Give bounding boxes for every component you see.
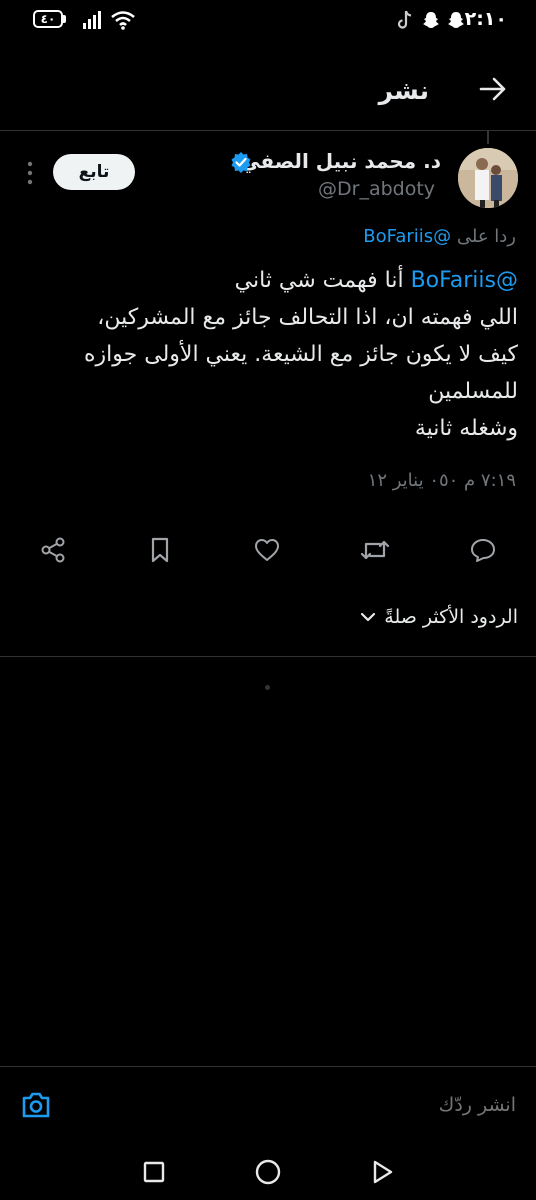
verified-badge-icon [231, 152, 251, 173]
tweet-line-2: اللي فهمته ان، اذا التحالف جائز مع المشر… [97, 305, 518, 330]
battery-icon: ٤٠ [33, 10, 63, 28]
tweet-timestamp[interactable]: ٧:١٩ م ٠٥٠ يناير ١٢ [368, 470, 516, 491]
more-options-icon[interactable] [22, 158, 38, 188]
page-title: نشر [378, 76, 429, 105]
clock: ٢:١٠ [464, 8, 507, 30]
thread-line [487, 130, 489, 144]
battery-cap [63, 15, 66, 23]
chevron-down-icon [361, 612, 376, 622]
sort-label: الردود الأكثر صلةً [384, 606, 518, 628]
square-icon [143, 1161, 165, 1183]
tweet-line-1-text: أنا فهمت شي ثاني [234, 268, 404, 293]
signal-icon [83, 11, 101, 29]
share-icon [41, 537, 65, 563]
back-button[interactable] [366, 1156, 398, 1188]
share-button[interactable] [37, 534, 69, 566]
reply-to-mention[interactable]: @BoFariis [363, 226, 451, 247]
tweet-text: @BoFariis أنا فهمت شي ثاني اللي فهمته ان… [18, 262, 518, 447]
circle-icon [255, 1159, 281, 1185]
snapchat-icon [448, 12, 464, 28]
wifi-icon [111, 11, 135, 30]
tweet-line-4: للمسلمين [428, 379, 518, 404]
bookmark-button[interactable] [144, 534, 176, 566]
tweet-line-1: @BoFariis أنا فهمت شي ثاني [18, 262, 518, 299]
reply-icon [471, 539, 495, 562]
triangle-back-icon [373, 1160, 393, 1184]
avatar-image [458, 148, 518, 208]
follow-button[interactable]: تابع [53, 154, 135, 190]
tweet-line-5: وشغله ثانية [414, 416, 518, 441]
camera-icon[interactable] [20, 1090, 52, 1120]
replies-divider [0, 656, 536, 657]
home-button[interactable] [252, 1156, 284, 1188]
author-handle[interactable]: @Dr_abdoty [318, 178, 435, 200]
header-divider [0, 130, 536, 131]
bookmark-icon [151, 537, 169, 563]
reply-to-line: ردا على @BoFariis [363, 226, 516, 247]
recents-button[interactable] [138, 1156, 170, 1188]
tweet-mention[interactable]: @BoFariis [411, 268, 518, 293]
retweet-icon [360, 540, 390, 560]
loading-indicator [265, 685, 270, 690]
status-bar: ٤٠ ٢:١٠ [0, 0, 536, 40]
like-button[interactable] [251, 534, 283, 566]
back-arrow-icon[interactable] [478, 74, 508, 104]
reply-to-prefix: ردا على [456, 226, 516, 247]
battery-level: ٤٠ [40, 12, 56, 26]
tweet-line-3: كيف لا يكون جائز مع الشيعة. يعني الأولى … [84, 342, 518, 367]
like-icon [255, 539, 279, 561]
reply-button[interactable] [467, 534, 499, 566]
reply-input[interactable] [154, 1093, 518, 1117]
author-name[interactable]: د. محمد نبيل الصفي [240, 149, 441, 173]
avatar[interactable] [458, 148, 518, 208]
tiktok-icon [397, 10, 412, 29]
composer-divider [0, 1066, 536, 1067]
retweet-button[interactable] [359, 534, 391, 566]
replies-sort-dropdown[interactable]: الردود الأكثر صلةً [360, 606, 518, 628]
snapchat-icon [423, 12, 439, 28]
